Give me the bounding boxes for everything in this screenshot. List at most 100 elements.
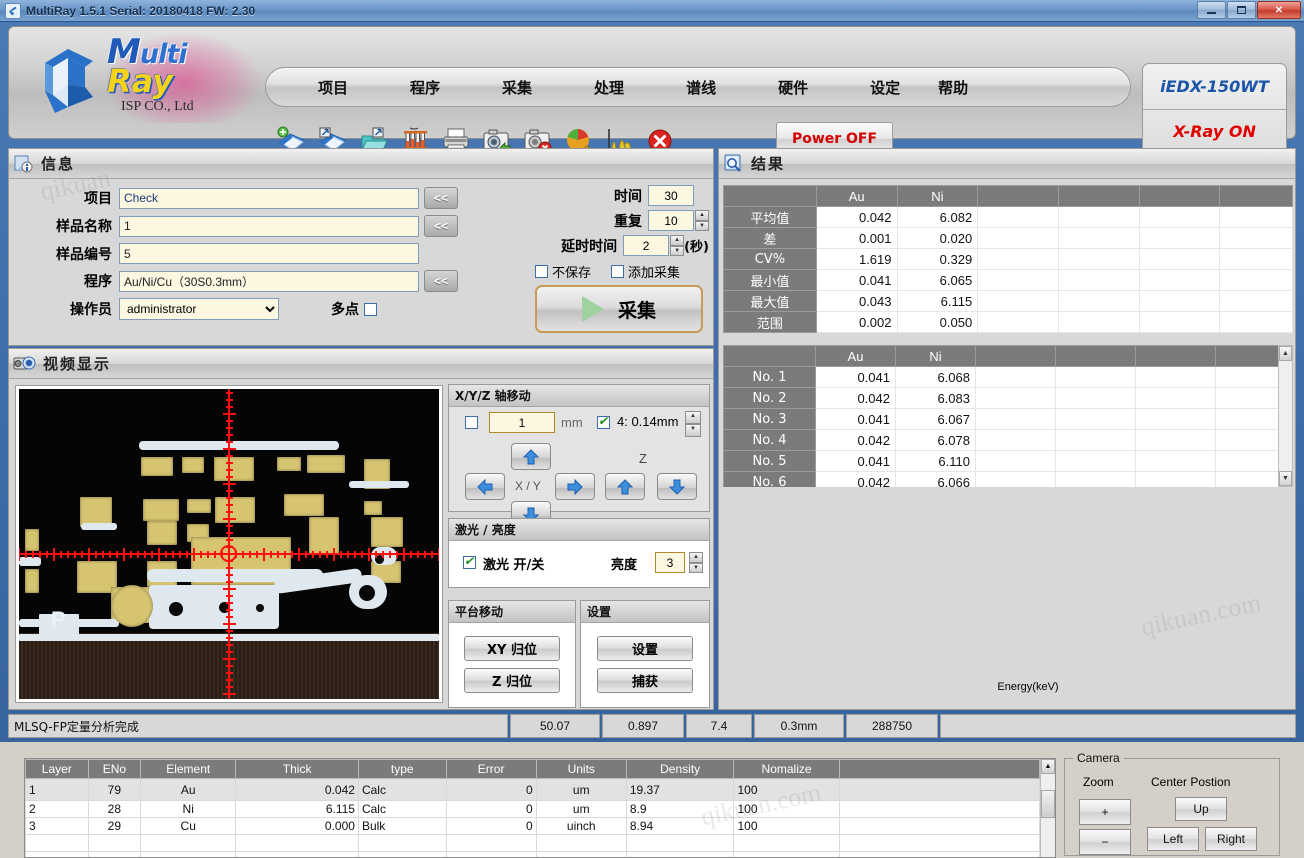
measurement-row-label: No. 1 [723,366,816,388]
layer-cell-eno: 28 [87,800,142,818]
stats-row[interactable]: 最小值 0.041 6.065 [723,269,1293,291]
crosshair-tick [130,551,132,558]
preset-step-spinner[interactable]: ▲ ▼ [685,411,701,437]
menu-item-5[interactable]: 硬件 [768,74,818,101]
measurements-scrollbar[interactable]: ▲ ▼ [1278,345,1293,487]
laser-panel-title: 激光 / 亮度 [449,519,709,541]
info-field-prev-button-3[interactable]: << [424,270,458,292]
menu-item-2[interactable]: 采集 [492,74,542,101]
brightness-spinner[interactable]: ▲ ▼ [689,552,703,573]
microscope-image[interactable]: P [19,389,439,699]
move-right-button[interactable] [555,473,595,500]
stage-button-0[interactable]: XY 归位 [464,636,560,661]
camera-zoom-in-button[interactable]: + [1079,799,1131,825]
close-button[interactable]: ✕ [1257,1,1301,19]
z-down-button[interactable] [657,473,697,500]
add-acq-checkbox-row[interactable]: 添加采集 [611,262,680,281]
step-enable-checkbox[interactable] [465,416,478,429]
no-save-checkbox[interactable] [535,265,548,278]
info-field-input-2[interactable] [119,243,419,264]
brightness-input[interactable] [655,552,685,573]
camera-zoom-out-button[interactable]: − [1079,829,1131,855]
camera-right-button[interactable]: Right [1205,827,1257,851]
measurement-row[interactable]: No. 6 0.042 6.066 [723,471,1288,487]
camera-left-button[interactable]: Left [1147,827,1199,851]
layer-row[interactable]: 2 28 Ni 6.115 Calc 0 um 8.9 100 [25,800,1041,818]
stats-row[interactable]: 平均值 0.042 6.082 [723,206,1293,228]
operator-select[interactable]: administrator [119,298,279,320]
multi-point-checkbox[interactable] [364,302,377,316]
measurement-row[interactable]: No. 3 0.041 6.067 [723,408,1288,430]
minimize-button[interactable] [1197,1,1226,19]
measurement-row[interactable]: No. 5 0.041 6.110 [723,450,1288,472]
stats-row[interactable]: 差 0.001 0.020 [723,227,1293,249]
menu-item-7[interactable]: 帮助 [928,74,978,101]
acquire-button[interactable]: 采集 [535,285,703,333]
preset-step-checkbox[interactable] [597,414,610,429]
menu-item-0[interactable]: 项目 [308,74,358,101]
measurement-cell: 0.041 [815,450,896,472]
info-field-label-0: 项目 [84,191,112,207]
menu-item-1[interactable]: 程序 [400,74,450,101]
layer-scroll-thumb[interactable] [1041,790,1055,818]
crosshair-tick [226,574,233,576]
stats-row[interactable]: 最大值 0.043 6.115 [723,290,1293,312]
layer-row[interactable] [25,834,1041,852]
step-size-input[interactable] [489,412,555,433]
no-save-checkbox-row[interactable]: 不保存 [535,262,591,281]
add-acquisition-checkbox[interactable] [611,265,625,278]
maximize-button[interactable] [1227,1,1256,19]
delay-spinner[interactable]: ▲ ▼ [670,235,685,256]
stats-cell [1057,248,1140,270]
layer-cell-normalize: 100 [733,800,840,818]
move-left-button[interactable] [465,473,505,500]
z-up-button[interactable] [605,473,645,500]
measurement-row[interactable]: No. 4 0.042 6.078 [723,429,1288,451]
via-hole [169,602,183,616]
layer-scrollbar[interactable]: ▲ [1040,759,1055,857]
camera-up-button[interactable]: Up [1175,797,1227,821]
scroll-down-button[interactable]: ▼ [1279,471,1292,486]
status-cell-0: 50.07 [510,714,600,738]
layer-row[interactable]: 1 79 Au 0.042 Calc 0 um 19.37 100 [25,778,1041,801]
settings-button-1[interactable]: 捕获 [597,668,693,693]
stats-row[interactable]: CV% 1.619 0.329 [723,248,1293,270]
measurement-header-row: Au Ni [723,345,1288,367]
crosshair-tick [256,551,258,558]
crosshair-tick [60,551,62,558]
menu-item-3[interactable]: 处理 [584,74,634,101]
measurement-cell: 0.041 [815,366,896,388]
move-up-button[interactable] [511,443,551,470]
title-bar: MultiRay 1.5.1 Serial: 20180418 FW: 2.30… [0,0,1304,22]
scroll-up-button[interactable]: ▲ [1279,346,1292,361]
info-field-prev-button-0[interactable]: << [424,187,458,209]
multi-point-group[interactable]: 多点 [331,299,377,319]
results-panel-header: 结果 [719,149,1295,179]
crosshair-tick [226,616,233,618]
laser-switch-checkbox[interactable] [463,554,476,569]
menu-item-6[interactable]: 设定 [860,74,910,101]
info-field-prev-button-1[interactable]: << [424,215,458,237]
repeat-input[interactable] [648,210,694,231]
status-cell-5 [940,714,1296,738]
info-field-input-1[interactable] [119,215,419,237]
layer-scroll-up-button[interactable]: ▲ [1041,759,1055,774]
laser-switch-label: 激光 开/关 [483,558,545,573]
time-input[interactable] [648,185,694,206]
repeat-spinner[interactable]: ▲ ▼ [695,210,709,231]
stats-cell [977,206,1059,228]
crosshair-tick [333,548,335,561]
layer-row[interactable] [25,851,1041,857]
menu-item-4[interactable]: 谱线 [676,74,726,101]
stage-button-1[interactable]: Z 归位 [464,668,560,693]
measurement-row[interactable]: No. 1 0.041 6.068 [723,366,1288,388]
info-field-input-3[interactable] [119,270,419,292]
stats-row[interactable]: 范围 0.002 0.050 [723,311,1293,333]
delay-input[interactable] [623,235,670,256]
layer-row[interactable]: 3 29 Cu 0.000 Bulk 0 uinch 8.94 100 [25,817,1041,835]
layer-cell-units: um [535,778,627,801]
stats-cell [1138,248,1221,270]
measurement-row[interactable]: No. 2 0.042 6.083 [723,387,1288,409]
info-field-input-0[interactable] [119,187,419,209]
settings-button-0[interactable]: 设置 [597,636,693,661]
